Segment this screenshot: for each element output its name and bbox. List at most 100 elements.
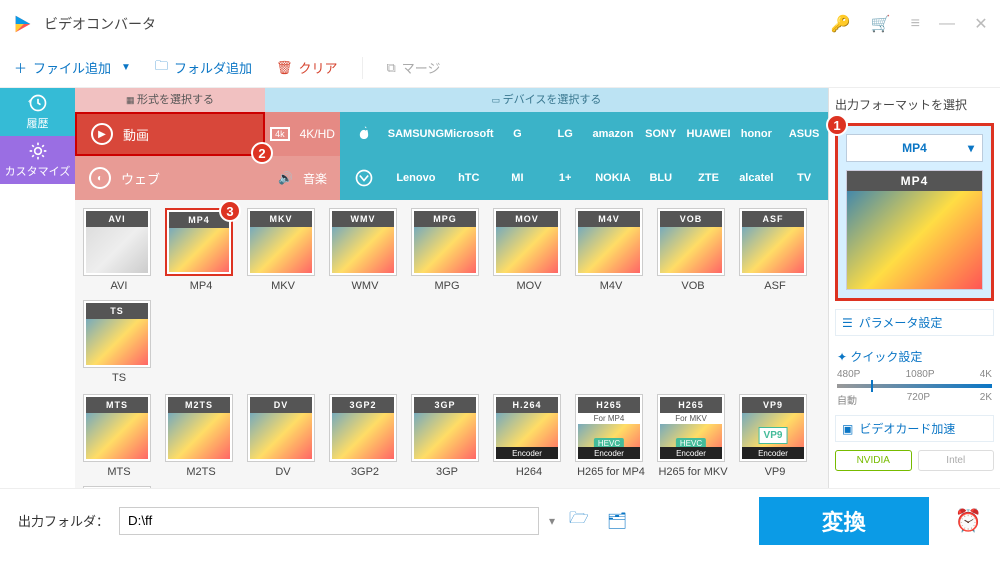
format-thumb: MTS	[83, 394, 151, 462]
gear-icon	[28, 141, 48, 161]
intel-badge[interactable]: Intel	[918, 450, 995, 471]
format-avi[interactable]: AVIAVI	[83, 208, 155, 292]
brand-hTC[interactable]: hTC	[444, 156, 494, 200]
output-folder-input[interactable]	[119, 507, 539, 535]
output-folder-dropdown[interactable]: ▾	[549, 514, 555, 528]
format-label: DV	[247, 466, 319, 478]
brand-ASUS[interactable]: ASUS	[780, 112, 828, 156]
param-label: パラメータ設定	[859, 314, 943, 331]
format-ts[interactable]: TSTS	[83, 300, 155, 384]
add-file-button[interactable]: ＋ ファイル追加 ▼	[14, 58, 131, 77]
customize-tab[interactable]: カスタマイズ	[0, 136, 75, 184]
format-label: H264	[493, 466, 565, 478]
format-thumb: ASF	[739, 208, 807, 276]
format-label: MP4	[165, 280, 237, 292]
brand-LG[interactable]: LG	[541, 112, 589, 156]
nvidia-badge[interactable]: NVIDIA	[835, 450, 912, 471]
format-code: H.264	[496, 397, 558, 413]
output-format-dropdown[interactable]: MP4	[846, 134, 983, 162]
brand-SONY[interactable]: SONY	[637, 112, 685, 156]
format-mkv[interactable]: MKVMKV	[247, 208, 319, 292]
format-h264[interactable]: H.264Encoder H264	[493, 394, 565, 478]
brand-ZTE[interactable]: ZTE	[685, 156, 733, 200]
brand-MI[interactable]: MI	[494, 156, 542, 200]
brand-Microsoft[interactable]: Microsoft	[444, 112, 494, 156]
annotation-2: 2	[251, 142, 273, 164]
customize-label: カスタマイズ	[5, 163, 71, 179]
format-mov[interactable]: MOVMOV	[493, 208, 565, 292]
format-code: VP9	[742, 397, 804, 413]
format-3gp2[interactable]: 3GP23GP2	[329, 394, 401, 478]
format-m4v[interactable]: M4VM4V	[575, 208, 647, 292]
format-3gp[interactable]: 3GP3GP	[411, 394, 483, 478]
brand-NOKIA[interactable]: NOKIA	[589, 156, 637, 200]
browse-button[interactable]: 🗂	[603, 507, 631, 535]
merge-button[interactable]: ⧉ マージ	[387, 58, 441, 77]
resolution-slider[interactable]	[837, 384, 992, 388]
add-folder-button[interactable]: 🗀 フォルダ追加	[155, 57, 252, 79]
format-code: H265	[660, 397, 722, 413]
format-m2ts[interactable]: M2TSM2TS	[165, 394, 237, 478]
format-vp9[interactable]: VP9VP9EncoderVP9	[739, 394, 811, 478]
format-mp4[interactable]: 3MP4MP4	[165, 208, 237, 292]
minimize-button[interactable]: —	[940, 17, 954, 31]
brand-Lenovo[interactable]: Lenovo	[388, 156, 444, 200]
format-thumb: M4V	[575, 208, 643, 276]
format-image	[496, 227, 558, 273]
brand-BLU[interactable]: BLU	[637, 156, 685, 200]
format-image: HEVCEncoder	[660, 424, 722, 459]
brand-HUAWEI[interactable]: HUAWEI	[685, 112, 733, 156]
format-label: VP9	[739, 466, 811, 478]
brand-SAMSUNG[interactable]: SAMSUNG	[388, 112, 444, 156]
brand-alcatel[interactable]: alcatel	[732, 156, 780, 200]
open-folder-button[interactable]: 🗁	[565, 503, 593, 538]
toolbar: ＋ ファイル追加 ▼ 🗀 フォルダ追加 🗑 クリア ⧉ マージ	[0, 48, 1000, 88]
format-code: MTS	[86, 397, 148, 413]
format-asf[interactable]: ASF ASF	[739, 208, 811, 292]
clear-button[interactable]: 🗑 クリア	[276, 58, 338, 77]
format-divx[interactable]: DIVXDIVX	[83, 486, 155, 488]
format-mts[interactable]: MTSMTS	[83, 394, 155, 478]
key-icon[interactable]: 🔑	[831, 14, 851, 34]
format-image	[332, 227, 394, 273]
format-code: MKV	[250, 211, 312, 227]
format-image	[86, 319, 148, 365]
format-vob[interactable]: VOBVOB	[657, 208, 729, 292]
convert-button[interactable]: 変換	[759, 497, 929, 545]
res-labels-top: 480P1080P4K	[835, 369, 994, 380]
chevron-down-icon[interactable]: ▼	[121, 62, 131, 73]
app-title: ビデオコンバータ	[44, 14, 831, 34]
brand-amazon[interactable]: amazon	[589, 112, 637, 156]
schedule-icon[interactable]: ⏰	[955, 508, 982, 534]
category-4k[interactable]: 4k 4K/HD	[265, 112, 340, 156]
category-web-label: ウェブ	[121, 169, 160, 188]
brand-1+[interactable]: 1+	[541, 156, 589, 200]
history-tab[interactable]: 履歴	[0, 88, 75, 136]
format-mpg[interactable]: MPGMPG	[411, 208, 483, 292]
close-button[interactable]: ✕	[974, 17, 988, 31]
format-label: ASF	[739, 280, 811, 292]
cart-icon[interactable]: 🛒	[871, 14, 891, 34]
settings-icon[interactable]: ≡	[911, 15, 920, 33]
format-thumb: DV	[247, 394, 315, 462]
format-image	[250, 227, 312, 273]
format-wmv[interactable]: WMVWMV	[329, 208, 401, 292]
param-settings-button[interactable]: ☰ パラメータ設定	[835, 309, 994, 336]
gpu-accel-button[interactable]: ▣ ビデオカード加速	[835, 415, 994, 442]
format-code: AVI	[86, 211, 148, 227]
brand-apple-motorola[interactable]	[340, 156, 388, 200]
brand-honor[interactable]: honor	[732, 112, 780, 156]
category-audio[interactable]: 🔊 音楽	[265, 156, 340, 200]
category-video[interactable]: ▶ 動画 2	[75, 112, 265, 156]
brand-TV[interactable]: TV	[780, 156, 828, 200]
format-image	[168, 413, 230, 459]
format-image: Encoder	[496, 413, 558, 459]
format-code: MOV	[496, 211, 558, 227]
brand-G[interactable]: G	[494, 112, 542, 156]
format-h265-for-mp4[interactable]: H265For MP4HEVCEncoderH265 for MP4	[575, 394, 647, 478]
category-web[interactable]: ◐ ウェブ	[75, 156, 265, 200]
format-dv[interactable]: DV DV	[247, 394, 319, 478]
brand-apple-motorola[interactable]	[340, 112, 388, 156]
format-h265-for-mkv[interactable]: H265For MKVHEVCEncoderH265 for MKV	[657, 394, 729, 478]
preview-image	[847, 191, 982, 289]
